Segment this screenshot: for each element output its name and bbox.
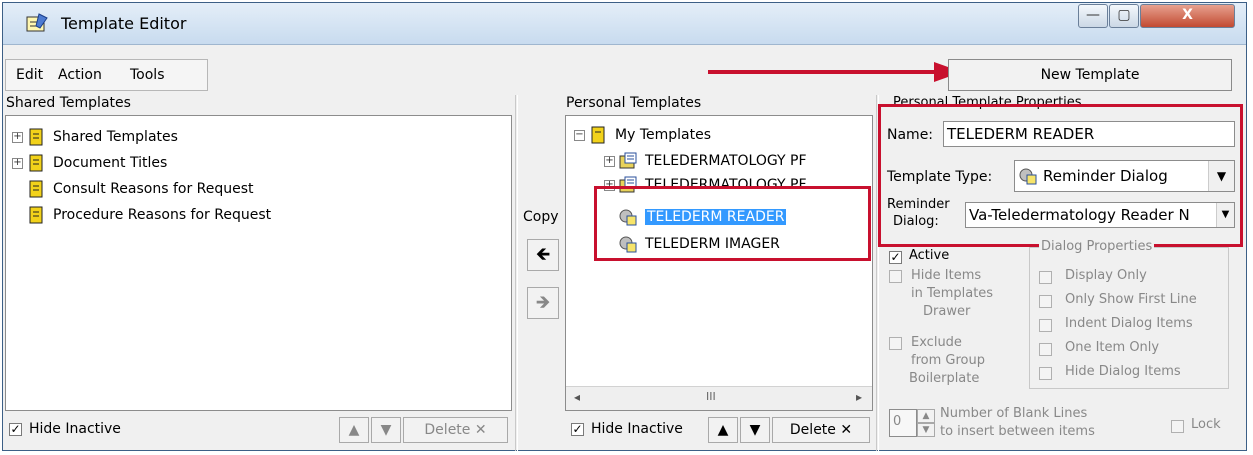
window-title: Template Editor	[61, 14, 187, 33]
personal-templates-tree[interactable]: − My Templates + TELEDERMATOLOGY PF + TE…	[565, 115, 873, 411]
scroll-right-icon[interactable]: ▸	[856, 390, 862, 404]
splitter[interactable]	[515, 95, 518, 451]
blank-lines-label-2: to insert between items	[940, 424, 1095, 439]
tree-item[interactable]: + TELEDERMATOLOGY PF	[604, 150, 807, 172]
shared-move-up-button[interactable]: ▲	[339, 417, 369, 443]
scroll-left-icon[interactable]: ◂	[574, 390, 580, 404]
close-button[interactable]: X	[1140, 4, 1235, 28]
lock-label: Lock	[1191, 417, 1221, 432]
annotation-arrow	[708, 62, 962, 82]
personal-hide-inactive-checkbox[interactable]: ✓	[571, 423, 584, 436]
tree-item-label: Procedure Reasons for Request	[53, 207, 272, 223]
active-checkbox[interactable]: ✓	[889, 251, 902, 264]
blank-lines-field[interactable]: 0	[889, 409, 917, 437]
menu-bar: Edit Action Tools	[5, 59, 208, 91]
tree-item-label: TELEDERMATOLOGY PF	[645, 153, 807, 169]
personal-move-down-button[interactable]: ▼	[740, 417, 770, 443]
personal-move-up-button[interactable]: ▲	[708, 417, 738, 443]
shared-move-down-button[interactable]: ▼	[371, 417, 401, 443]
expand-icon[interactable]: +	[12, 157, 23, 169]
exclude-label-2: from Group	[911, 353, 985, 368]
expand-icon[interactable]: +	[12, 131, 23, 143]
indent-dialog-items-checkbox[interactable]	[1039, 319, 1052, 332]
copy-left-button[interactable]: 🡸	[527, 239, 559, 271]
menu-edit[interactable]: Edit	[16, 67, 43, 83]
minimize-button[interactable]: —	[1078, 4, 1108, 28]
one-item-only-checkbox[interactable]	[1039, 343, 1052, 356]
tree-item-label: My Templates	[615, 127, 711, 143]
blank-lines-label-1: Number of Blank Lines	[940, 406, 1088, 421]
hide-items-label-2: in Templates	[911, 286, 994, 301]
tree-item[interactable]: − My Templates	[574, 124, 711, 146]
exclude-label-1: Exclude	[911, 335, 962, 350]
personal-delete-label: Delete	[789, 422, 836, 438]
exclude-checkbox[interactable]	[889, 337, 902, 350]
annotation-box	[594, 186, 871, 261]
lock-checkbox[interactable]	[1171, 420, 1184, 433]
annotation-box	[878, 104, 1243, 247]
spin-down-button[interactable]: ▼	[917, 423, 935, 437]
tree-item-label: Consult Reasons for Request	[53, 181, 254, 197]
active-label: Active	[909, 248, 950, 263]
indent-dialog-items-label: Indent Dialog Items	[1065, 316, 1193, 331]
personal-delete-button[interactable]: Delete ✕	[772, 417, 870, 443]
template-editor-window: Template Editor — ▢ X Edit Action Tools …	[2, 2, 1247, 451]
scroll-thumb[interactable]: III	[706, 390, 716, 403]
personal-folder-icon	[591, 126, 605, 144]
shared-folder-icon	[29, 180, 43, 198]
collapse-icon[interactable]: −	[574, 129, 585, 141]
shared-hide-inactive-label: Hide Inactive	[29, 421, 121, 437]
tree-item[interactable]: + Shared Templates	[12, 126, 178, 148]
maximize-button[interactable]: ▢	[1109, 4, 1139, 28]
template-editor-icon	[26, 13, 48, 32]
tree-item-label: Shared Templates	[53, 129, 178, 145]
dialog-properties-title: Dialog Properties	[1039, 239, 1155, 254]
copy-right-button[interactable]: 🡺	[527, 287, 559, 319]
personal-hide-inactive-label: Hide Inactive	[591, 421, 683, 437]
tree-item[interactable]: Consult Reasons for Request	[27, 178, 254, 200]
shared-templates-tree[interactable]: + Shared Templates + Document Titles Con…	[5, 115, 512, 411]
shared-folder-icon	[29, 206, 43, 224]
template-icon	[619, 152, 637, 169]
exclude-label-3: Boilerplate	[909, 371, 980, 386]
shared-delete-button[interactable]: Delete ✕	[403, 417, 508, 443]
hide-items-label-1: Hide Items	[911, 268, 982, 283]
menu-tools[interactable]: Tools	[130, 67, 165, 83]
expand-icon[interactable]: +	[604, 155, 615, 167]
shared-folder-icon	[29, 154, 43, 172]
only-show-first-line-label: Only Show First Line	[1065, 292, 1197, 307]
tree-item[interactable]: + Document Titles	[12, 152, 167, 174]
shared-templates-label: Shared Templates	[6, 95, 131, 111]
display-only-checkbox[interactable]	[1039, 271, 1052, 284]
new-template-button[interactable]: New Template	[948, 59, 1232, 91]
hide-dialog-items-checkbox[interactable]	[1039, 367, 1052, 380]
copy-label: Copy	[523, 209, 559, 225]
shared-hide-inactive-checkbox[interactable]: ✓	[9, 423, 22, 436]
shared-delete-label: Delete	[424, 422, 471, 438]
one-item-only-label: One Item Only	[1065, 340, 1160, 355]
shared-folder-icon	[29, 128, 43, 146]
hide-dialog-items-label: Hide Dialog Items	[1065, 364, 1181, 379]
display-only-label: Display Only	[1065, 268, 1147, 283]
only-show-first-line-checkbox[interactable]	[1039, 295, 1052, 308]
menu-action[interactable]: Action	[58, 67, 102, 83]
title-bar: Template Editor — ▢ X	[3, 3, 1246, 45]
tree-item[interactable]: Procedure Reasons for Request	[27, 204, 271, 226]
spin-up-button[interactable]: ▲	[917, 409, 935, 423]
hide-items-label-3: Drawer	[923, 304, 971, 319]
tree-item-label: Document Titles	[53, 155, 168, 171]
hide-items-checkbox[interactable]	[889, 270, 902, 283]
horizontal-scrollbar[interactable]: ◂ III ▸	[566, 386, 872, 410]
personal-templates-label: Personal Templates	[566, 95, 702, 111]
